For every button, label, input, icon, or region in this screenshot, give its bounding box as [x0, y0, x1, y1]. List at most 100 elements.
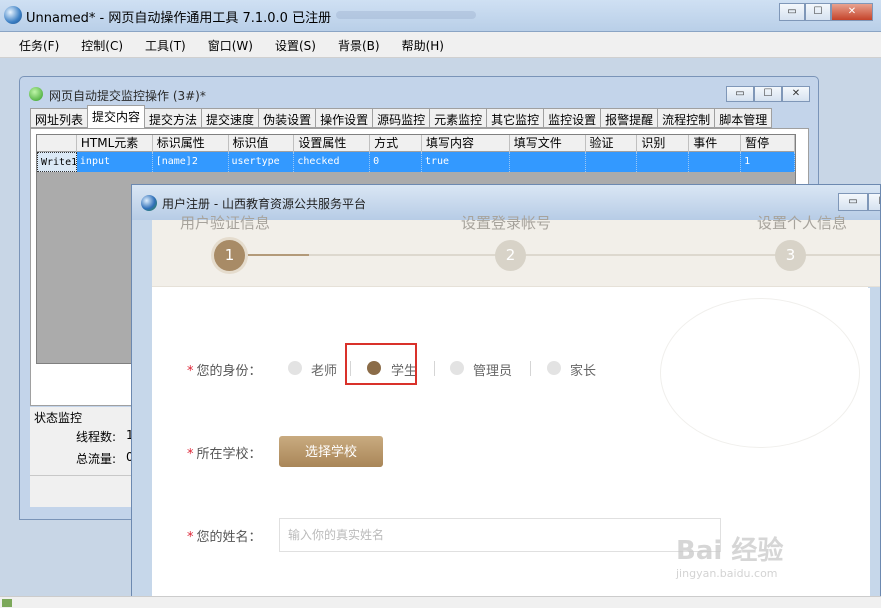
step-1-label: 用户验证信息: [180, 214, 271, 232]
monitor-close-button[interactable]: ✕: [782, 86, 810, 102]
radio-teacher[interactable]: [288, 361, 302, 375]
traffic-label: 总流量:: [76, 452, 117, 466]
menu-tools[interactable]: 工具(T): [138, 32, 193, 57]
grid-cell[interactable]: 1: [741, 152, 795, 172]
name-label: * 您的姓名：: [187, 526, 262, 545]
radio-parent-label[interactable]: 家长: [570, 360, 596, 379]
grid-cell[interactable]: [637, 152, 690, 172]
status-title: 状态监控: [34, 411, 83, 425]
check-circle-icon: [29, 87, 43, 101]
register-maximize-button[interactable]: ☐: [868, 193, 880, 211]
grid-header-cell[interactable]: HTML元素: [77, 135, 153, 152]
grid-cell[interactable]: [689, 152, 742, 172]
status-icon: [2, 599, 12, 607]
grid-cell[interactable]: checked: [294, 152, 371, 172]
monitor-window-title: 网页自动提交监控操作 (3#)*: [49, 89, 206, 103]
tab-strip: 网址列表 提交内容 提交方法 提交速度 伪装设置 操作设置 源码监控 元素监控 …: [30, 105, 773, 128]
menu-help[interactable]: 帮助(H): [395, 32, 451, 57]
required-mark: *: [187, 364, 194, 379]
monitor-title-bar: 网页自动提交监控操作 (3#)* ▭ ☐ ✕: [20, 77, 818, 105]
school-label: * 所在学校：: [187, 443, 262, 462]
grid-header-cell[interactable]: 填写内容: [422, 135, 510, 152]
grid-header: HTML元素 标识属性 标识值 设置属性 方式 填写内容 填写文件 验证 识别 …: [37, 135, 795, 152]
grid-cell[interactable]: [name]2: [153, 152, 229, 172]
tab-operation-settings[interactable]: 操作设置: [315, 108, 374, 128]
step-2-label: 设置登录帐号: [461, 214, 552, 232]
menu-task[interactable]: 任务(F): [12, 32, 66, 57]
menu-bar: 任务(F) 控制(C) 工具(T) 窗口(W) 设置(S) 背景(B) 帮助(H…: [0, 32, 881, 58]
step-3-label: 设置个人信息: [757, 214, 848, 232]
grid-header-cell[interactable]: 方式: [370, 135, 422, 152]
choose-school-button[interactable]: 选择学校: [279, 436, 383, 467]
grid-cell[interactable]: true: [422, 152, 510, 172]
close-button[interactable]: ✕: [831, 3, 873, 21]
grid-cell[interactable]: usertype: [229, 152, 295, 172]
required-mark: *: [187, 530, 194, 545]
menu-control[interactable]: 控制(C): [74, 32, 130, 57]
registration-steps: 用户验证信息 设置登录帐号 设置个人信息 1 2 3: [152, 214, 880, 287]
grid-header-cell[interactable]: 识别: [637, 135, 690, 152]
grid-header-cell[interactable]: 验证: [586, 135, 638, 152]
tab-url-list[interactable]: 网址列表: [30, 108, 89, 128]
radio-admin[interactable]: [450, 361, 464, 375]
tab-element-monitor[interactable]: 元素监控: [429, 108, 488, 128]
tab-other-monitor[interactable]: 其它监控: [486, 108, 545, 128]
option-separator: [530, 361, 531, 376]
radio-parent[interactable]: [547, 361, 561, 375]
background-decoration: [660, 298, 860, 448]
name-label-text: 您的姓名：: [196, 530, 262, 545]
school-label-text: 所在学校：: [196, 447, 262, 462]
highlight-annotation-box: [345, 343, 417, 385]
radio-teacher-label[interactable]: 老师: [311, 360, 337, 379]
step-2-circle: 2: [495, 240, 526, 271]
minimize-button[interactable]: ▭: [779, 3, 805, 21]
grid-header-cell[interactable]: 填写文件: [510, 135, 586, 152]
main-title-bar: Unnamed* - 网页自动操作通用工具 7.1.0.0 已注册 ▭ ☐ ✕: [0, 0, 881, 32]
table-row[interactable]: Write1 input [name]2 usertype checked 0 …: [37, 152, 795, 172]
app-globe-icon: [4, 6, 22, 24]
grid-cell[interactable]: [586, 152, 638, 172]
step-3-circle: 3: [775, 240, 806, 271]
identity-label: * 您的身份：: [187, 360, 262, 379]
menu-window[interactable]: 窗口(W): [201, 32, 260, 57]
required-mark: *: [187, 447, 194, 462]
grid-cell[interactable]: [510, 152, 586, 172]
grid-header-cell[interactable]: 事件: [689, 135, 742, 152]
grid-header-cell[interactable]: 标识属性: [153, 135, 229, 152]
tab-source-monitor[interactable]: 源码监控: [372, 108, 431, 128]
maximize-button[interactable]: ☐: [805, 3, 831, 21]
menu-settings[interactable]: 设置(S): [268, 32, 323, 57]
window-frame-left: [132, 220, 152, 598]
tab-alarm[interactable]: 报警提醒: [600, 108, 659, 128]
tab-monitor-settings[interactable]: 监控设置: [543, 108, 602, 128]
menu-background[interactable]: 背景(B): [331, 32, 387, 57]
tab-disguise-settings[interactable]: 伪装设置: [258, 108, 317, 128]
tab-submit-speed[interactable]: 提交速度: [201, 108, 260, 128]
step-1-circle: 1: [214, 240, 245, 271]
monitor-maximize-button[interactable]: ☐: [754, 86, 782, 102]
real-name-input[interactable]: [279, 518, 721, 552]
grid-header-cell[interactable]: 标识值: [229, 135, 295, 152]
title-blur-region: [336, 11, 476, 19]
radio-admin-label[interactable]: 管理员: [473, 360, 512, 379]
identity-label-text: 您的身份：: [196, 364, 262, 379]
option-separator: [434, 361, 435, 376]
monitor-minimize-button[interactable]: ▭: [726, 86, 754, 102]
ie-globe-icon: [141, 195, 157, 211]
thread-count-label: 线程数:: [76, 430, 117, 444]
grid-cell[interactable]: 0: [370, 152, 422, 172]
tab-flow-control[interactable]: 流程控制: [657, 108, 716, 128]
grid-header-cell[interactable]: 暂停: [741, 135, 795, 152]
register-minimize-button[interactable]: ▭: [838, 193, 868, 211]
watermark-url: jingyan.baidu.com: [676, 567, 778, 580]
tab-submit-method[interactable]: 提交方法: [144, 108, 203, 128]
watermark-logo: Bai 经验: [676, 536, 784, 566]
watermark: Bai 经验 jingyan.baidu.com: [676, 530, 876, 590]
grid-cell[interactable]: input: [77, 152, 153, 172]
tab-script-management[interactable]: 脚本管理: [714, 108, 773, 128]
grid-cell[interactable]: Write1: [37, 152, 77, 172]
tab-submit-content[interactable]: 提交内容: [87, 105, 146, 128]
grid-header-cell: [37, 135, 77, 152]
grid-header-cell[interactable]: 设置属性: [294, 135, 371, 152]
register-window-title: 用户注册 - 山西教育资源公共服务平台: [162, 197, 366, 211]
